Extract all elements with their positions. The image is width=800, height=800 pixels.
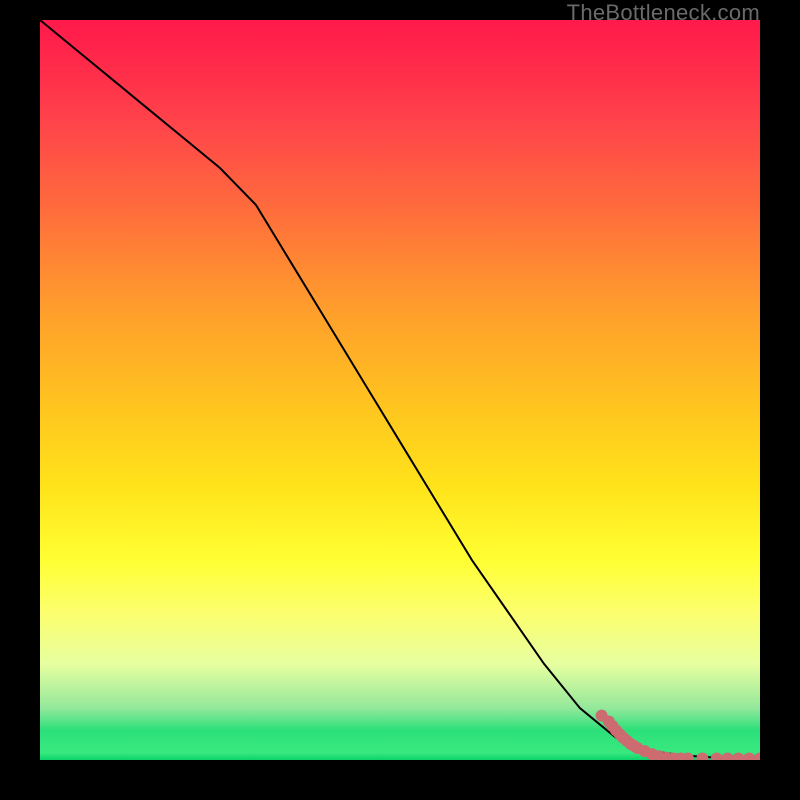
data-point (732, 753, 744, 760)
chart-stage: TheBottleneck.com (0, 0, 800, 800)
chart-curve (40, 20, 760, 759)
chart-dots (596, 710, 760, 760)
data-point (696, 753, 708, 760)
data-point (711, 753, 723, 760)
data-point (754, 753, 760, 760)
data-point (722, 753, 734, 760)
chart-overlay (40, 20, 760, 760)
data-point (743, 753, 755, 760)
